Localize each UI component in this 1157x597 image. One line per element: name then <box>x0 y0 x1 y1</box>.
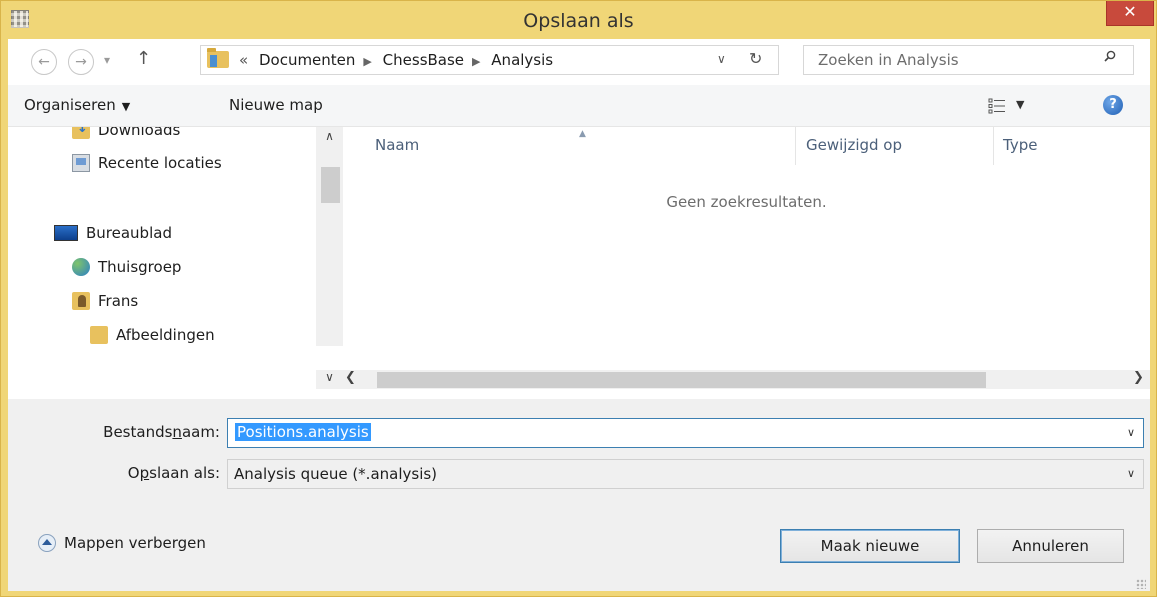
save-options-panel: Bestandsnaam: Positions.analysis ∨ Opsla… <box>8 399 1150 591</box>
back-arrow-icon[interactable]: ← <box>31 49 57 75</box>
view-dropdown-icon[interactable]: ▼ <box>1016 98 1024 111</box>
save-as-dialog: Opslaan als ✕ ← → ▾ ↑ « Documenten ▶ Ches… <box>0 0 1157 597</box>
tree-item-frans[interactable]: Frans <box>72 289 138 313</box>
filename-field[interactable]: Positions.analysis ∨ <box>227 418 1144 448</box>
breadcrumb-chessbase[interactable]: ChessBase <box>383 51 464 69</box>
breadcrumb-documenten[interactable]: Documenten <box>259 51 355 69</box>
column-divider[interactable] <box>993 127 994 165</box>
tree-item-label: Recente locaties <box>98 154 222 172</box>
scroll-down-icon[interactable]: ∨ <box>316 370 343 389</box>
savetype-value: Analysis queue (*.analysis) <box>234 465 438 483</box>
desktop-icon <box>54 225 78 241</box>
scrollbar-thumb[interactable] <box>321 167 340 203</box>
navigation-scrollbar[interactable]: ∧ <box>316 127 343 346</box>
address-dropdown-icon[interactable]: ∨ <box>717 52 726 66</box>
breadcrumb: « Documenten ▶ ChessBase ▶ Analysis <box>239 51 559 69</box>
tree-item-label: Afbeeldingen <box>116 326 215 344</box>
hide-folders-button[interactable]: Mappen verbergen <box>38 534 206 552</box>
breadcrumb-separator-icon[interactable]: ▶ <box>472 55 480 68</box>
column-header-name[interactable]: Naam <box>375 127 795 167</box>
downloads-folder-icon <box>72 127 90 139</box>
column-header-type[interactable]: Type <box>1003 127 1143 167</box>
view-options-icon[interactable] <box>988 98 1006 114</box>
tree-item-desktop[interactable]: Bureaublad <box>54 221 172 245</box>
scrollbar-thumb[interactable] <box>377 372 986 388</box>
filename-input[interactable]: Positions.analysis <box>235 423 371 441</box>
chevron-down-icon[interactable]: ∨ <box>1127 426 1135 439</box>
column-header-modified[interactable]: Gewijzigd op <box>806 127 991 167</box>
forward-arrow-icon[interactable]: → <box>68 49 94 75</box>
recent-locations-dropdown-icon[interactable]: ▾ <box>104 53 110 67</box>
scroll-left-icon[interactable]: ❮ <box>345 370 356 385</box>
address-bar[interactable]: « Documenten ▶ ChessBase ▶ Analysis ∨ ↻ <box>200 45 779 75</box>
recent-places-icon <box>72 154 90 172</box>
save-button[interactable]: Maak nieuwe <box>780 529 960 563</box>
close-button[interactable]: ✕ <box>1106 1 1154 26</box>
window-title: Opslaan als <box>523 10 634 32</box>
dialog-client: ← → ▾ ↑ « Documenten ▶ ChessBase ▶ Analysi… <box>8 39 1150 591</box>
tree-item-label: Downloads <box>98 127 181 139</box>
filename-label: Bestandsnaam: <box>103 423 220 441</box>
help-icon[interactable]: ? <box>1103 95 1123 115</box>
tree-item-pictures[interactable]: Afbeeldingen <box>90 323 215 347</box>
tree-item-label: Thuisgroep <box>98 258 182 276</box>
horizontal-scrollbar[interactable]: ❮ ❯ <box>343 370 1150 389</box>
organize-button[interactable]: Organiseren ▼ <box>24 96 130 114</box>
chevron-down-icon[interactable]: ∨ <box>1127 467 1135 480</box>
user-folder-icon <box>72 292 90 310</box>
chevron-down-icon: ▼ <box>121 100 131 113</box>
command-bar: Organiseren ▼ Nieuwe map ▼ ? <box>8 85 1150 127</box>
resize-grip-icon[interactable] <box>1136 579 1146 589</box>
organize-label: Organiseren <box>24 96 116 114</box>
tree-item-recent[interactable]: Recente locaties <box>72 151 222 175</box>
breadcrumb-analysis[interactable]: Analysis <box>491 51 553 69</box>
tree-item-label: Bureaublad <box>86 224 172 242</box>
tree-item-downloads[interactable]: Downloads <box>72 127 180 142</box>
homegroup-icon <box>72 258 90 276</box>
savetype-select[interactable]: Analysis queue (*.analysis) ∨ <box>227 459 1144 489</box>
scroll-up-icon[interactable]: ∧ <box>316 129 343 143</box>
column-label: Gewijzigd op <box>806 136 903 154</box>
search-icon[interactable] <box>1104 50 1116 62</box>
navigation-bar: ← → ▾ ↑ « Documenten ▶ ChessBase ▶ Analysi… <box>8 39 1150 85</box>
new-folder-button[interactable]: Nieuwe map <box>229 96 323 114</box>
empty-results-text: Geen zoekresultaten. <box>666 193 827 211</box>
tree-item-label: Frans <box>98 292 139 310</box>
search-box[interactable]: Zoeken in Analysis <box>803 45 1134 75</box>
up-arrow-icon[interactable]: ↑ <box>136 48 151 69</box>
navigation-pane: Downloads Recente locaties Bureaublad Th… <box>8 127 343 399</box>
file-list: ▲ Naam Gewijzigd op Type Geen zoekresult… <box>343 127 1150 346</box>
hide-folders-label: Mappen verbergen <box>64 534 206 552</box>
title-bar[interactable]: Opslaan als ✕ <box>1 1 1156 39</box>
scroll-right-icon[interactable]: ❯ <box>1133 370 1144 385</box>
tree-item-homegroup[interactable]: Thuisgroep <box>72 255 181 279</box>
search-input[interactable]: Zoeken in Analysis <box>818 51 959 69</box>
collapse-up-icon <box>38 534 56 552</box>
breadcrumb-separator-icon[interactable]: ▶ <box>363 55 371 68</box>
column-divider[interactable] <box>795 127 796 165</box>
pictures-folder-icon <box>90 326 108 344</box>
cancel-button[interactable]: Annuleren <box>977 529 1124 563</box>
savetype-label: Opslaan als: <box>127 464 220 482</box>
breadcrumb-overflow[interactable]: « <box>239 51 248 69</box>
folder-icon <box>207 48 229 68</box>
column-label: Naam <box>375 136 420 154</box>
refresh-icon[interactable]: ↻ <box>749 49 762 68</box>
column-label: Type <box>1003 136 1038 154</box>
